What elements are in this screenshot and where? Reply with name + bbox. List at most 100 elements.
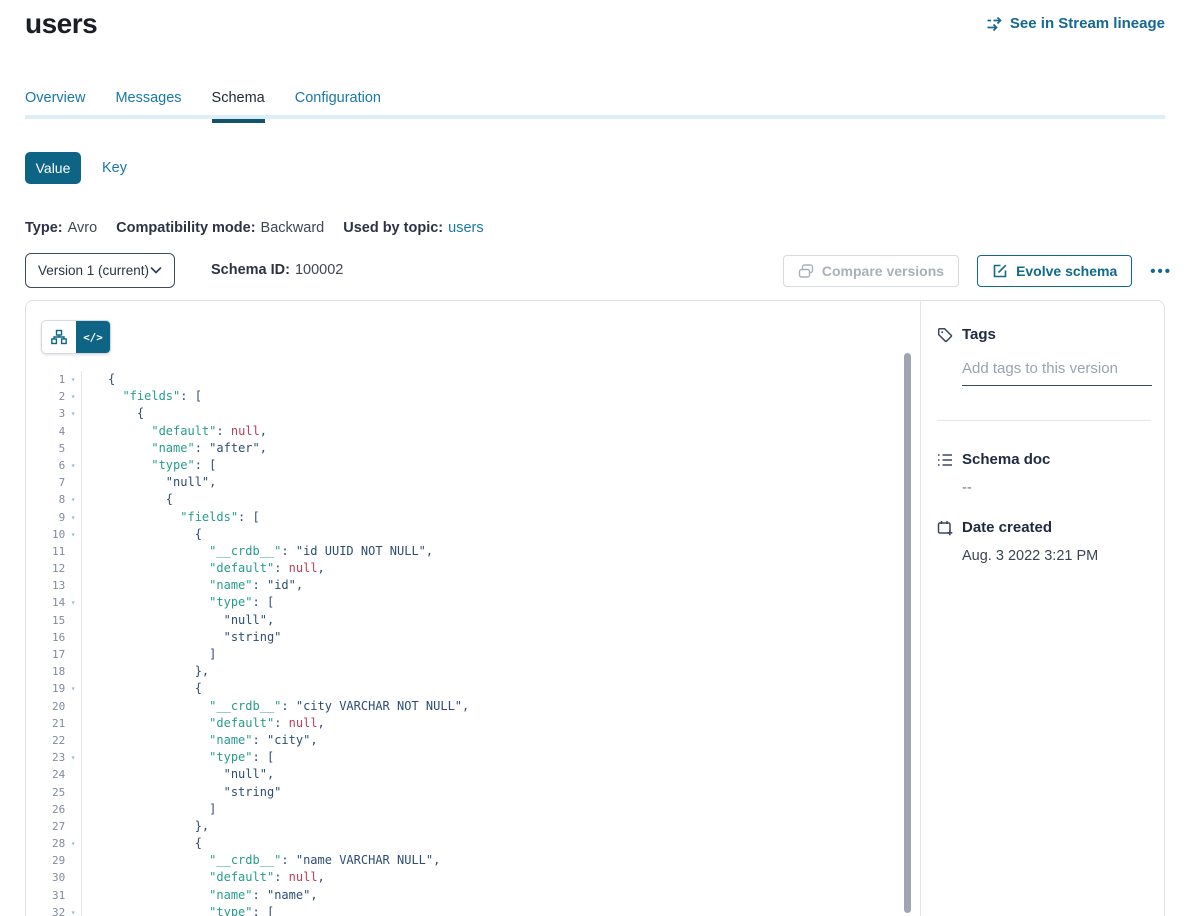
version-select[interactable]: Version 1 (current) — [25, 253, 175, 288]
fold-arrow-icon[interactable]: ▾ — [65, 371, 81, 388]
compare-versions-label: Compare versions — [822, 263, 944, 279]
gutter: 30 — [26, 869, 82, 886]
schema-doc-value: -- — [962, 480, 1150, 496]
code-text: "name": "after", — [82, 440, 267, 457]
fold-spacer — [65, 818, 81, 835]
schema-doc-section: Schema doc -- — [937, 451, 1150, 496]
value-toggle-button[interactable]: Value — [25, 152, 81, 184]
scrollbar-thumb[interactable] — [904, 353, 911, 913]
code-text: "default": null, — [82, 715, 325, 732]
code-text: "default": null, — [82, 869, 325, 886]
code-text: "null", — [82, 612, 274, 629]
fold-spacer — [65, 629, 81, 646]
line-number: 9 — [26, 509, 65, 526]
fold-arrow-icon[interactable]: ▾ — [65, 509, 81, 526]
schema-panel: </> 1▾{2▾ "fields": [3▾ {4 "default": nu… — [25, 300, 1165, 916]
code-line: 7 "null", — [26, 474, 920, 491]
line-number: 19 — [26, 680, 65, 697]
code-text: "type": [ — [82, 904, 274, 916]
fold-arrow-icon[interactable]: ▾ — [65, 457, 81, 474]
date-created-title: Date created — [962, 519, 1052, 536]
code-text: { — [82, 680, 202, 697]
tree-view-button[interactable] — [42, 321, 76, 353]
gutter: 27 — [26, 818, 82, 835]
code-text: "__crdb__": "name VARCHAR NULL", — [82, 852, 440, 869]
fold-arrow-icon[interactable]: ▾ — [65, 405, 81, 422]
fold-spacer — [65, 732, 81, 749]
fold-arrow-icon[interactable]: ▾ — [65, 491, 81, 508]
fold-arrow-icon[interactable]: ▾ — [65, 835, 81, 852]
code-text: "null", — [82, 474, 216, 491]
code-text: { — [82, 371, 115, 388]
gutter: 25 — [26, 784, 82, 801]
gutter: 15 — [26, 612, 82, 629]
gutter: 7 — [26, 474, 82, 491]
compatibility-mode-label: Compatibility mode: — [116, 220, 255, 236]
line-number: 26 — [26, 801, 65, 818]
see-in-stream-lineage-link[interactable]: See in Stream lineage — [987, 15, 1165, 32]
code-line: 6▾ "type": [ — [26, 457, 920, 474]
line-number: 31 — [26, 887, 65, 904]
code-text: ] — [82, 801, 216, 818]
code-line: 22 "name": "city", — [26, 732, 920, 749]
key-toggle-link[interactable]: Key — [102, 160, 127, 176]
code-line: 19▾ { — [26, 680, 920, 697]
code-line: 3▾ { — [26, 405, 920, 422]
calendar-add-icon — [937, 520, 953, 536]
fold-spacer — [65, 852, 81, 869]
tags-section: Tags — [937, 326, 1150, 445]
code-text: "type": [ — [82, 594, 274, 611]
more-actions-button[interactable]: ••• — [1150, 263, 1172, 280]
fold-spacer — [65, 887, 81, 904]
evolve-schema-button[interactable]: Evolve schema — [977, 255, 1132, 287]
gutter: 20 — [26, 698, 82, 715]
code-text: "name": "id", — [82, 577, 303, 594]
line-number: 1 — [26, 371, 65, 388]
schema-actions: Compare versions Evolve schema ••• — [783, 255, 1172, 287]
code-text: }, — [82, 663, 209, 680]
gutter: 4 — [26, 423, 82, 440]
fold-arrow-icon[interactable]: ▾ — [65, 680, 81, 697]
used-by-topic-link[interactable]: users — [448, 220, 483, 236]
date-created-section: Date created Aug. 3 2022 3:21 PM — [937, 519, 1150, 564]
gutter: 5 — [26, 440, 82, 457]
line-number: 17 — [26, 646, 65, 663]
line-number: 12 — [26, 560, 65, 577]
used-by-topic-label: Used by topic: — [343, 220, 443, 236]
fold-arrow-icon[interactable]: ▾ — [65, 749, 81, 766]
code-line: 12 "default": null, — [26, 560, 920, 577]
fold-spacer — [65, 577, 81, 594]
editor-view-toggle: </> — [41, 320, 111, 354]
code-line: 25 "string" — [26, 784, 920, 801]
gutter: 17 — [26, 646, 82, 663]
schema-meta-row: Type: Avro Compatibility mode: Backward … — [25, 220, 484, 236]
code-text: "type": [ — [82, 749, 274, 766]
compare-versions-button[interactable]: Compare versions — [783, 255, 959, 287]
fold-spacer — [65, 543, 81, 560]
gutter: 22 — [26, 732, 82, 749]
line-number: 22 — [26, 732, 65, 749]
fold-spacer — [65, 663, 81, 680]
fold-spacer — [65, 715, 81, 732]
gutter: 9▾ — [26, 509, 82, 526]
code-text: "type": [ — [82, 457, 216, 474]
gutter: 31 — [26, 887, 82, 904]
fold-arrow-icon[interactable]: ▾ — [65, 526, 81, 543]
date-created-value: Aug. 3 2022 3:21 PM — [962, 548, 1150, 564]
fold-arrow-icon[interactable]: ▾ — [65, 388, 81, 405]
line-number: 8 — [26, 491, 65, 508]
line-number: 16 — [26, 629, 65, 646]
code-line: 23▾ "type": [ — [26, 749, 920, 766]
tags-input[interactable] — [962, 356, 1152, 386]
fold-arrow-icon[interactable]: ▾ — [65, 904, 81, 916]
code-view-button[interactable]: </> — [76, 321, 110, 353]
fold-spacer — [65, 423, 81, 440]
code-line: 8▾ { — [26, 491, 920, 508]
code-line: 26 ] — [26, 801, 920, 818]
code-line: 24 "null", — [26, 766, 920, 783]
line-number: 6 — [26, 457, 65, 474]
code-text: "default": null, — [82, 560, 325, 577]
fold-arrow-icon[interactable]: ▾ — [65, 594, 81, 611]
compatibility-mode-value: Backward — [261, 220, 325, 236]
gutter: 18 — [26, 663, 82, 680]
